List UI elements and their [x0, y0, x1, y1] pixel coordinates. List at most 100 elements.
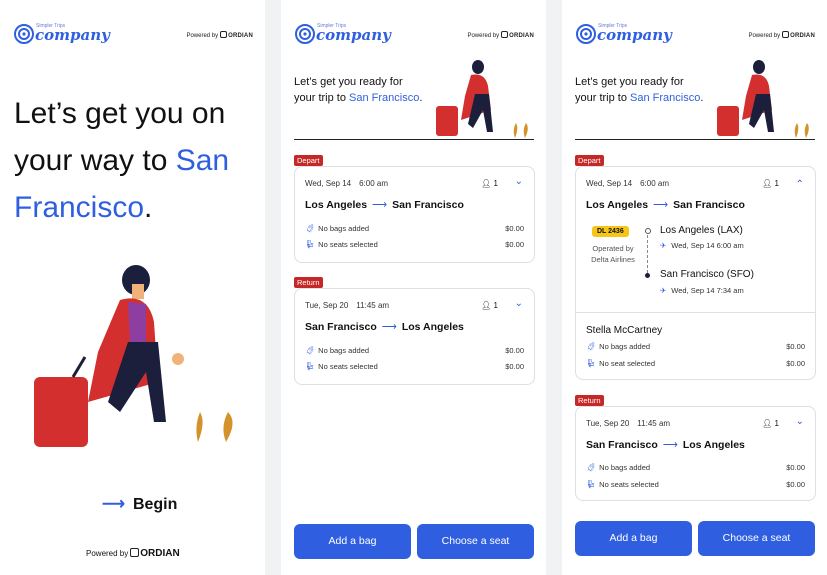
- bags-line: 🧳︎ No bags added $0.00: [305, 224, 524, 233]
- chevron-down-icon[interactable]: ⌄: [515, 176, 523, 187]
- company-logo: Simpler Trips company: [295, 23, 391, 45]
- passenger-count: 👤︎ 1: [762, 419, 779, 428]
- depart-route: Los Angeles ⟶ San Francisco: [586, 199, 745, 211]
- passenger-count: 👤︎ 1: [481, 301, 498, 310]
- hero-city-b: Francisco: [14, 191, 145, 224]
- depart-time: 6:00 am: [359, 179, 389, 188]
- route-line: [647, 235, 648, 273]
- depart-datetime: Wed, Sep 14 6:00 am: [305, 179, 388, 188]
- return-card[interactable]: Tue, Sep 20 11:45 am 👤︎ 1 ⌄ San Francisco…: [575, 406, 816, 501]
- return-date: Tue, Sep 20: [305, 301, 349, 310]
- bags-line: 🧳︎ No bags added $0.00: [586, 463, 805, 472]
- bag-icon: 🧳︎: [586, 463, 597, 472]
- traveler-illustration: [436, 60, 528, 138]
- destination-datetime-text: Wed, Sep 14 7:34 am: [671, 286, 744, 295]
- powered-by: Powered by ORDIAN: [467, 31, 534, 39]
- bag-icon: 🧳︎: [586, 342, 597, 351]
- hero-line-2: your way to: [14, 144, 176, 177]
- seat-icon: 💺︎: [586, 480, 597, 489]
- choose-seat-button[interactable]: Choose a seat: [698, 521, 815, 556]
- partner-name-footer: ORDIAN: [140, 548, 180, 559]
- company-logo: Simpler Trips company: [576, 23, 672, 45]
- depart-time: 6:00 am: [640, 179, 670, 188]
- seat-icon: 💺︎: [305, 362, 316, 371]
- begin-button[interactable]: ⟶ Begin: [102, 494, 177, 514]
- bags-amount: $0.00: [505, 346, 524, 355]
- traveler-illustration: [717, 60, 809, 138]
- return-time: 11:45 am: [356, 301, 390, 310]
- destination-airport: San Francisco (SFO): [660, 269, 754, 280]
- ordian-icon: [130, 548, 140, 557]
- passenger-count: 👤︎ 1: [481, 179, 498, 188]
- route-to: San Francisco: [673, 199, 745, 211]
- seat-text: No seat selected: [599, 359, 656, 368]
- logo-wordmark: company: [35, 26, 110, 44]
- ordian-icon: [782, 31, 790, 38]
- trip-summary-screen: Simpler Trips company Powered by ORDIAN L…: [281, 0, 546, 575]
- swirl-logo-icon: [14, 24, 34, 44]
- powered-by: Powered by ORDIAN: [748, 31, 815, 39]
- add-bag-button[interactable]: Add a bag: [294, 524, 411, 559]
- person-icon: 👤︎: [762, 179, 773, 188]
- depart-card-expanded[interactable]: Wed, Sep 14 6:00 am 👤︎ 1 ⌃ Los Angeles ⟶ Sa…: [575, 166, 816, 380]
- arrow-right-icon: ⟶: [372, 199, 388, 211]
- bags-text: No bags added: [318, 224, 370, 233]
- operator: Operated by Delta Airlines: [587, 243, 639, 265]
- card-divider: [576, 312, 815, 313]
- return-time: 11:45 am: [637, 419, 671, 428]
- seats-line: 💺︎ No seats selected $0.00: [305, 362, 524, 371]
- bags-text: No bags added: [599, 342, 651, 351]
- destination-dot: [645, 273, 650, 278]
- ready-suffix: .: [419, 92, 423, 104]
- pax-count: 1: [774, 419, 779, 428]
- ready-heading: Let’s get you ready for your trip to San…: [294, 74, 424, 106]
- return-tag: Return: [294, 277, 323, 288]
- route-from: Los Angeles: [305, 199, 368, 211]
- chevron-down-icon[interactable]: ⌄: [796, 416, 804, 427]
- return-tag: Return: [575, 395, 604, 406]
- ready-city: San Francisco: [630, 92, 701, 104]
- welcome-screen: Simpler Trips company Powered by ORDIAN L…: [0, 0, 265, 575]
- seats-amount: $0.00: [505, 240, 524, 249]
- depart-card[interactable]: Wed, Sep 14 6:00 am 👤︎ 1 ⌄ Los Angeles ⟶ Sa…: [294, 166, 535, 263]
- swirl-logo-icon: [576, 24, 596, 44]
- return-card[interactable]: Tue, Sep 20 11:45 am 👤︎ 1 ⌄ San Francisco…: [294, 288, 535, 385]
- bags-amount: $0.00: [505, 224, 524, 233]
- pax-count: 1: [774, 179, 779, 188]
- powered-by-footer-label: Powered by: [86, 549, 129, 558]
- powered-by-label: Powered by: [467, 33, 500, 39]
- depart-date: Wed, Sep 14: [586, 179, 633, 188]
- begin-label: Begin: [132, 496, 178, 513]
- choose-seat-button[interactable]: Choose a seat: [417, 524, 534, 559]
- return-route: San Francisco ⟶ Los Angeles: [586, 439, 745, 451]
- bags-amount: $0.00: [786, 342, 805, 351]
- ready-suffix: .: [700, 92, 704, 104]
- passenger-count: 👤︎ 1: [762, 179, 779, 188]
- divider: [575, 139, 815, 140]
- company-logo: Simpler Trips company: [14, 23, 110, 45]
- origin-airport: Los Angeles (LAX): [660, 225, 743, 236]
- chevron-down-icon[interactable]: ⌄: [515, 298, 523, 309]
- divider: [294, 139, 534, 140]
- destination-datetime: ✈︎ Wed, Sep 14 7:34 am: [660, 286, 744, 295]
- bags-amount: $0.00: [786, 463, 805, 472]
- logo-wordmark: company: [316, 26, 391, 44]
- hero-city-a: San: [175, 144, 230, 177]
- bags-text: No bags added: [599, 463, 651, 472]
- seats-amount: $0.00: [505, 362, 524, 371]
- partner-name: ORDIAN: [228, 33, 253, 39]
- chevron-up-icon[interactable]: ⌃: [796, 179, 804, 190]
- carrier-name: Delta Airlines: [591, 255, 635, 264]
- depart-tag: Depart: [294, 155, 323, 166]
- route-from: San Francisco: [586, 439, 658, 451]
- trip-detail-screen: Simpler Trips company Powered by ORDIAN L…: [562, 0, 827, 575]
- return-datetime: Tue, Sep 20 11:45 am: [305, 301, 389, 310]
- add-bag-button[interactable]: Add a bag: [575, 521, 692, 556]
- traveler-illustration: [34, 265, 233, 447]
- powered-by-label: Powered by: [186, 33, 219, 39]
- passenger-name: Stella McCartney: [586, 325, 663, 336]
- bag-icon: 🧳︎: [305, 224, 316, 233]
- seat-amount: $0.00: [786, 359, 805, 368]
- ordian-icon: [220, 31, 228, 38]
- route-to: Los Angeles: [682, 439, 745, 451]
